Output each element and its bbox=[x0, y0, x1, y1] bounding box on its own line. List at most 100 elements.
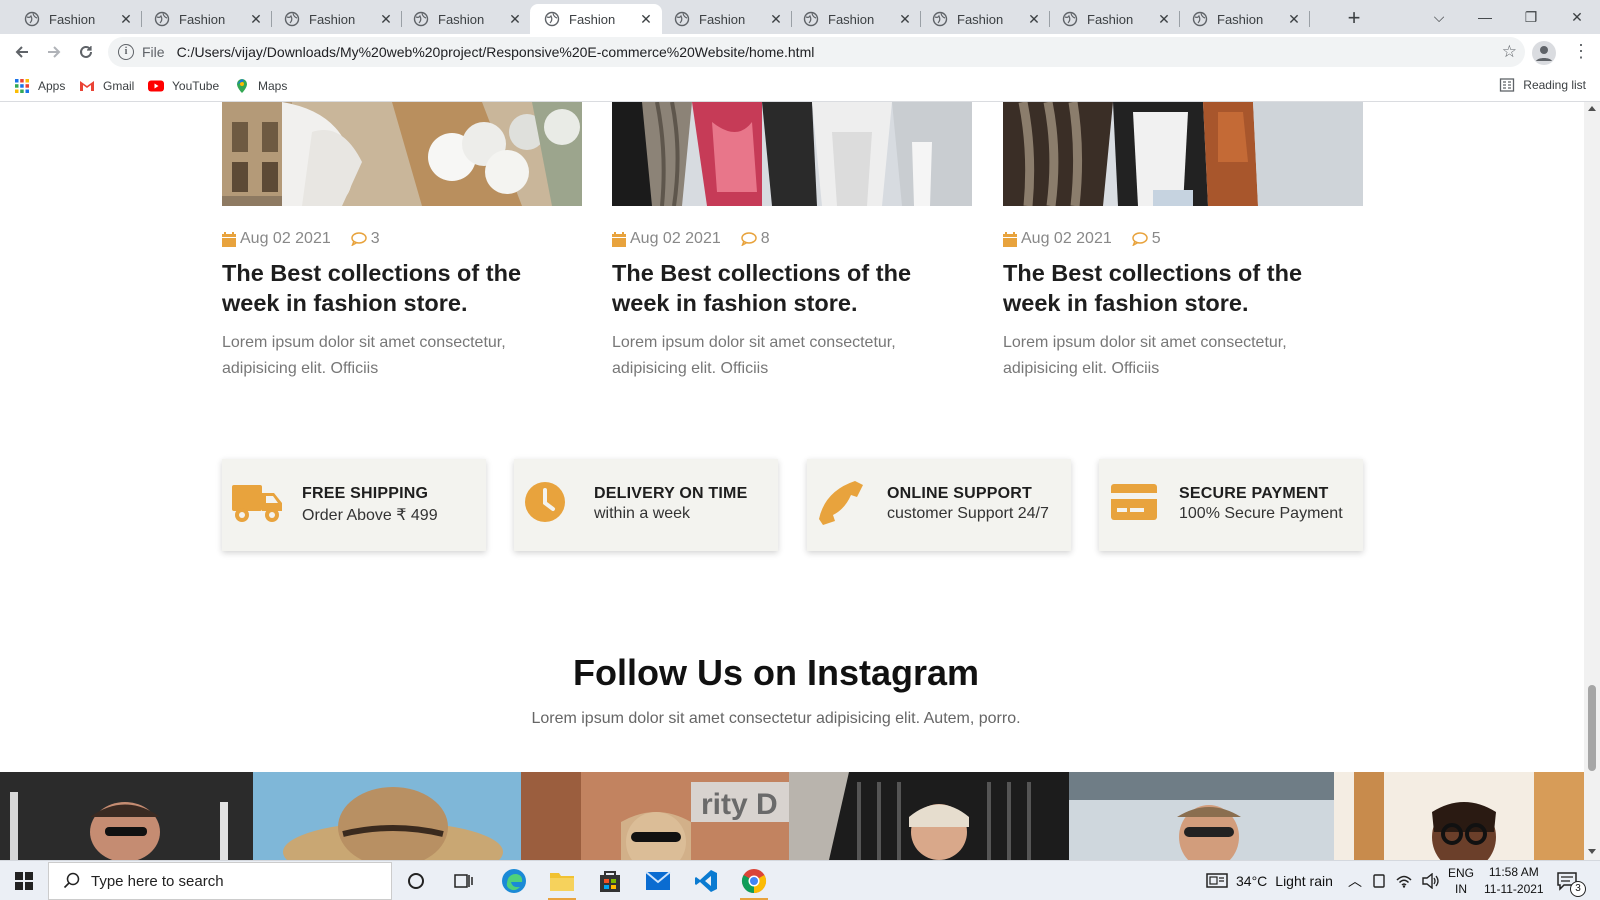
tab-close-icon[interactable]: ✕ bbox=[1156, 11, 1172, 27]
scheme-label: File bbox=[142, 44, 165, 60]
taskbar-mail[interactable] bbox=[634, 861, 682, 900]
language-indicator[interactable]: ENG IN bbox=[1448, 861, 1474, 900]
tab-close-icon[interactable]: ✕ bbox=[897, 11, 913, 27]
tray-icons[interactable] bbox=[1372, 861, 1440, 900]
scroll-up-arrow[interactable] bbox=[1588, 106, 1596, 111]
browser-tab-active[interactable]: Fashion ✕ bbox=[530, 4, 662, 34]
weather-condition: Light rain bbox=[1275, 873, 1333, 889]
feature-subtitle: customer Support 24/7 bbox=[887, 505, 1049, 522]
show-hidden-icons-button[interactable]: ︿ bbox=[1348, 861, 1362, 900]
blog-excerpt: Lorem ipsum dolor sit amet consectetur, … bbox=[1003, 334, 1287, 377]
search-icon bbox=[63, 872, 80, 889]
tab-close-icon[interactable]: ✕ bbox=[1026, 11, 1042, 27]
back-button[interactable] bbox=[8, 38, 36, 66]
taskbar-store[interactable] bbox=[586, 861, 634, 900]
browser-tab[interactable]: Fashion ✕ bbox=[660, 4, 792, 34]
instagram-photo[interactable] bbox=[1334, 772, 1584, 860]
calendar-icon bbox=[612, 231, 626, 247]
tab-close-icon[interactable]: ✕ bbox=[638, 11, 654, 27]
scroll-thumb[interactable] bbox=[1588, 685, 1596, 771]
start-button[interactable] bbox=[0, 861, 48, 900]
taskbar-chrome[interactable] bbox=[730, 861, 778, 900]
bookmark-label: Gmail bbox=[103, 79, 135, 93]
forward-button[interactable] bbox=[40, 38, 68, 66]
restore-button[interactable]: ❐ bbox=[1508, 0, 1554, 34]
globe-icon bbox=[544, 11, 560, 27]
instagram-photo[interactable] bbox=[0, 772, 253, 860]
task-view-button[interactable] bbox=[440, 861, 488, 900]
kebab-menu-icon[interactable]: ⋮ bbox=[1572, 40, 1590, 64]
weather-widget[interactable]: 34°C Light rain bbox=[1206, 861, 1333, 900]
blog-image[interactable] bbox=[612, 102, 972, 206]
blog-image[interactable] bbox=[1003, 102, 1363, 206]
cortana-button[interactable] bbox=[392, 861, 440, 900]
instagram-photo[interactable]: rity D bbox=[521, 772, 789, 860]
blog-title[interactable]: The Best collections of the week in fash… bbox=[612, 258, 952, 318]
tab-close-icon[interactable]: ✕ bbox=[248, 11, 264, 27]
blog-title[interactable]: The Best collections of the week in fash… bbox=[222, 258, 562, 318]
reading-list-button[interactable]: Reading list bbox=[1499, 77, 1586, 93]
browser-tab[interactable]: Fashion ✕ bbox=[140, 4, 272, 34]
browser-tab[interactable]: Fashion ✕ bbox=[789, 4, 921, 34]
task-view-icon bbox=[454, 874, 473, 888]
instagram-photo[interactable] bbox=[253, 772, 521, 860]
taskbar-edge[interactable] bbox=[490, 861, 538, 900]
browser-tab[interactable]: Fashion ✕ bbox=[270, 4, 402, 34]
wifi-icon bbox=[1396, 875, 1412, 888]
bookmark-apps[interactable]: Apps bbox=[14, 77, 65, 95]
globe-icon bbox=[1192, 11, 1208, 27]
url-text[interactable]: C:/Users/vijay/Downloads/My%20web%20proj… bbox=[177, 44, 815, 60]
action-center-button[interactable]: 3 bbox=[1556, 861, 1586, 900]
volume-icon bbox=[1422, 873, 1439, 889]
page-scrollbar[interactable] bbox=[1584, 102, 1600, 860]
profile-avatar[interactable] bbox=[1532, 41, 1556, 65]
reload-button[interactable] bbox=[72, 38, 100, 66]
blog-image[interactable] bbox=[222, 102, 582, 206]
tab-close-icon[interactable]: ✕ bbox=[768, 11, 784, 27]
bookmark-gmail[interactable]: Gmail bbox=[79, 77, 134, 95]
store-bag-icon bbox=[600, 871, 620, 892]
taskbar-vscode[interactable] bbox=[682, 861, 730, 900]
minimize-button[interactable]: — bbox=[1462, 0, 1508, 34]
feature-title: SECURE PAYMENT bbox=[1179, 485, 1329, 502]
new-tab-button[interactable]: + bbox=[1341, 6, 1367, 32]
address-bar[interactable]: i File C:/Users/vijay/Downloads/My%20web… bbox=[108, 37, 1525, 67]
browser-tab[interactable]: Fashion ✕ bbox=[399, 4, 531, 34]
tab-close-icon[interactable]: ✕ bbox=[378, 11, 394, 27]
system-clock[interactable]: 11:58 AM 11-11-2021 bbox=[1484, 861, 1544, 900]
blog-meta: Aug 02 2021 3 bbox=[222, 230, 380, 248]
bookmark-maps[interactable]: Maps bbox=[234, 77, 287, 95]
tab-title: Fashion bbox=[1087, 11, 1134, 27]
browser-tab[interactable]: Fashion ✕ bbox=[10, 4, 142, 34]
close-window-button[interactable]: ✕ bbox=[1554, 0, 1600, 34]
tab-close-icon[interactable]: ✕ bbox=[1286, 11, 1302, 27]
apps-grid-icon bbox=[15, 79, 29, 93]
tab-search-icon[interactable]: ⌵ bbox=[1416, 0, 1462, 34]
bookmark-youtube[interactable]: YouTube bbox=[148, 77, 219, 95]
browser-tab[interactable]: Fashion ✕ bbox=[1048, 4, 1180, 34]
bookmark-star-icon[interactable]: ☆ bbox=[1502, 42, 1517, 62]
info-icon[interactable]: i bbox=[118, 44, 134, 60]
comment-icon bbox=[351, 232, 367, 246]
tab-close-icon[interactable]: ✕ bbox=[507, 11, 523, 27]
bookmark-label: Apps bbox=[38, 79, 66, 93]
arrow-left-icon bbox=[15, 46, 28, 58]
scroll-down-arrow[interactable] bbox=[1588, 849, 1596, 854]
notification-count: 3 bbox=[1570, 881, 1586, 897]
browser-tab[interactable]: Fashion ✕ bbox=[1178, 4, 1310, 34]
device-icon bbox=[1373, 874, 1385, 888]
language-code: ENG bbox=[1448, 866, 1475, 880]
tab-close-icon[interactable]: ✕ bbox=[118, 11, 134, 27]
taskbar-search-box[interactable]: Type here to search bbox=[48, 862, 392, 900]
calendar-icon bbox=[222, 231, 236, 247]
feature-subtitle: 100% Secure Payment bbox=[1179, 505, 1343, 522]
instagram-photo[interactable] bbox=[789, 772, 1069, 860]
taskbar-file-explorer[interactable] bbox=[538, 861, 586, 900]
instagram-photo[interactable] bbox=[1069, 772, 1334, 860]
svg-text:rity D: rity D bbox=[701, 788, 778, 821]
edge-icon bbox=[502, 869, 526, 893]
tab-title: Fashion bbox=[309, 11, 356, 27]
browser-tab[interactable]: Fashion ✕ bbox=[918, 4, 1050, 34]
blog-title[interactable]: The Best collections of the week in fash… bbox=[1003, 258, 1343, 318]
globe-icon bbox=[674, 11, 690, 27]
